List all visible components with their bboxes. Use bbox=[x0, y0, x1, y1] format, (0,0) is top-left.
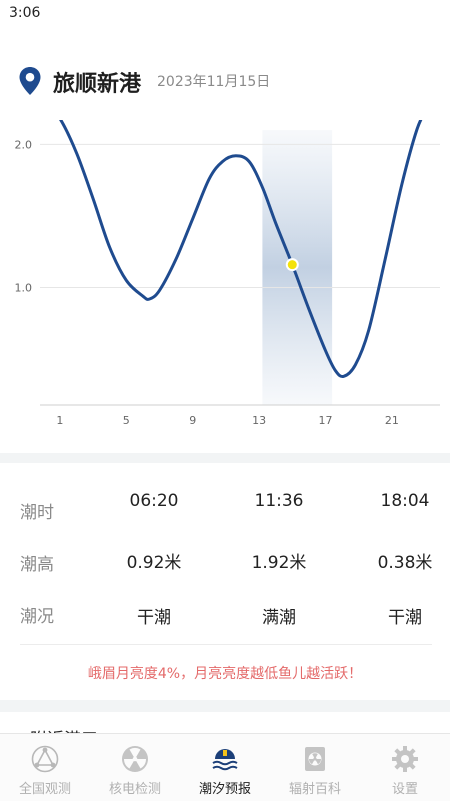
tide-state-2: 满潮 bbox=[262, 608, 296, 628]
x-tick-label: 9 bbox=[189, 414, 196, 427]
y-tick-label: 1.0 bbox=[15, 282, 33, 295]
tide-time-1: 06:20 bbox=[129, 491, 179, 511]
tab-label: 核电检测 bbox=[108, 782, 161, 797]
tide-height-3: 0.38米 bbox=[377, 553, 433, 573]
tide-height-1: 0.92米 bbox=[126, 553, 182, 573]
tide-chart-svg: 1.0 2.0 1 5 9 13 17 21 bbox=[15, 120, 440, 427]
moon-fishing-hint: 峨眉月亮度4%，月亮亮度越低鱼儿越活跃！ bbox=[87, 666, 363, 682]
row-label-time: 潮时 bbox=[20, 503, 54, 523]
station-name: 旅顺新港 bbox=[53, 72, 142, 97]
x-tick-label: 5 bbox=[123, 414, 130, 427]
tab-tide-forecast[interactable]: 潮汐预报 bbox=[180, 734, 270, 801]
status-time: 3:06 bbox=[9, 5, 41, 21]
tab-label: 设置 bbox=[391, 782, 418, 797]
tide-time-3: 18:04 bbox=[380, 491, 430, 511]
forecast-date: 2023年11月15日 bbox=[157, 74, 271, 90]
gear-icon bbox=[392, 746, 418, 772]
radiation-icon bbox=[122, 746, 148, 772]
status-bar: 3:06 bbox=[0, 0, 450, 28]
tab-label: 全国观测 bbox=[18, 782, 71, 797]
tab-label: 辐射百科 bbox=[288, 782, 341, 797]
tide-chart: 1.0 2.0 1 5 9 13 17 21 bbox=[0, 120, 450, 450]
x-tick-label: 13 bbox=[252, 414, 266, 427]
tide-state-3: 干潮 bbox=[388, 608, 422, 628]
tide-time-2: 11:36 bbox=[254, 491, 304, 511]
tide-height-2: 1.92米 bbox=[251, 553, 307, 573]
station-header: 旅顺新港 2023年11月15日 bbox=[0, 58, 450, 102]
x-tick-label: 1 bbox=[56, 414, 63, 427]
tab-national-observation[interactable]: 全国观测 bbox=[0, 734, 90, 801]
row-label-state: 潮况 bbox=[20, 607, 54, 627]
x-tick-label: 17 bbox=[318, 414, 332, 427]
hint-divider bbox=[20, 644, 432, 645]
y-tick-label: 2.0 bbox=[15, 138, 33, 151]
row-label-height: 潮高 bbox=[20, 555, 54, 575]
tide-state-1: 干潮 bbox=[137, 608, 171, 628]
x-tick-label: 21 bbox=[385, 414, 399, 427]
bottom-tab-bar: 全国观测 核电检测 潮汐预报 辐射百科 设置 bbox=[0, 733, 450, 801]
radiation-doc-icon bbox=[305, 747, 325, 771]
section-divider-2 bbox=[0, 700, 450, 712]
network-icon bbox=[31, 745, 59, 773]
tide-line bbox=[59, 120, 423, 379]
section-divider bbox=[0, 453, 450, 463]
sunrise-wave-icon bbox=[212, 749, 238, 771]
tab-label: 潮汐预报 bbox=[198, 782, 251, 797]
tab-nuclear-monitoring[interactable]: 核电检测 bbox=[90, 734, 180, 801]
location-pin-icon bbox=[19, 67, 41, 95]
tab-settings[interactable]: 设置 bbox=[360, 734, 450, 801]
tab-radiation-encyclopedia[interactable]: 辐射百科 bbox=[270, 734, 360, 801]
current-point-marker bbox=[287, 260, 297, 270]
